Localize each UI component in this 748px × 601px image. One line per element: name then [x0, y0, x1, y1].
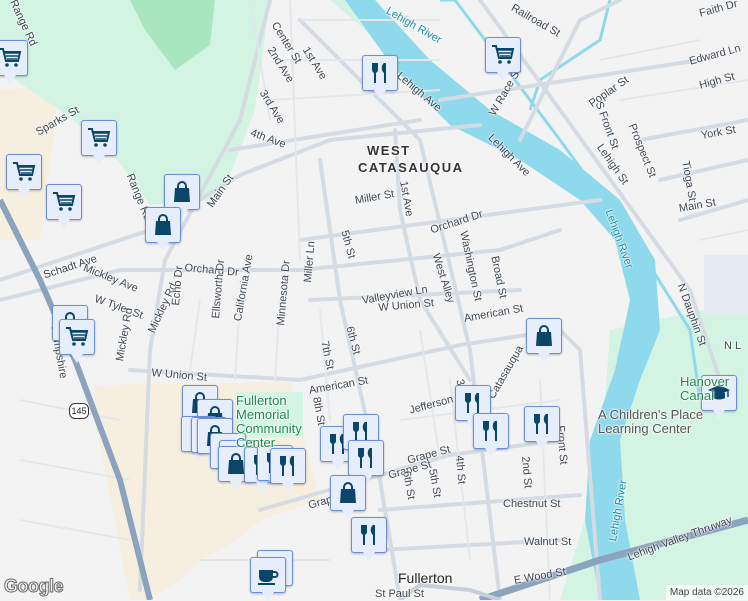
cafe-icon — [258, 570, 279, 585]
google-logo[interactable]: Google — [4, 576, 65, 597]
marker-restaurant[interactable] — [270, 448, 306, 492]
marker-shopping-cart[interactable] — [46, 184, 82, 228]
shopping-cart-icon — [492, 45, 515, 64]
marker-shopping-bag[interactable] — [526, 318, 562, 362]
shopping-bag-icon — [155, 214, 171, 235]
shopping-cart-icon — [53, 192, 76, 211]
restaurant-icon — [361, 525, 375, 545]
restaurant-icon — [372, 63, 386, 83]
poi-fullerton-memorial[interactable]: Fullerton Memorial Community Center — [236, 394, 306, 450]
marker-shopping-cart[interactable] — [59, 319, 95, 363]
street-label: N L — [724, 340, 742, 352]
street-label: CATASAUQUA — [358, 160, 464, 175]
street-label: Walnut St — [524, 536, 572, 548]
marker-shopping-bag[interactable] — [145, 207, 181, 251]
restaurant-icon — [280, 456, 294, 476]
route-shield-145: 145 — [69, 403, 89, 419]
street-label: WEST — [367, 143, 411, 158]
marker-shopping-bag[interactable] — [330, 475, 366, 519]
marker-restaurant[interactable] — [473, 413, 509, 457]
marker-shopping-cart[interactable] — [6, 154, 42, 198]
map-attribution[interactable]: Map data ©2026 — [665, 585, 748, 600]
shopping-bag-icon — [340, 482, 356, 503]
street-label: St Paul St — [375, 588, 424, 600]
shopping-bag-icon — [174, 181, 190, 202]
marker-restaurant[interactable] — [348, 440, 384, 484]
street-label: 4th St — [453, 455, 468, 485]
shopping-cart-icon — [88, 128, 111, 147]
shopping-bag-icon — [536, 325, 552, 346]
marker-shopping-cart[interactable] — [485, 37, 521, 81]
street-label: Fullerton — [398, 570, 453, 586]
restaurant-icon — [483, 421, 497, 441]
marker-cafe[interactable] — [250, 557, 286, 601]
marker-shopping-bag[interactable] — [164, 174, 200, 218]
shopping-cart-icon — [0, 48, 22, 67]
marker-shopping-cart[interactable] — [81, 120, 117, 164]
poi-childrens-place[interactable]: A Children's Place Learning Center — [598, 408, 738, 436]
street-label: Chestnut St — [503, 498, 561, 510]
marker-shopping-cart[interactable] — [0, 40, 28, 84]
restaurant-icon — [358, 448, 372, 468]
poi-hanover-canal[interactable]: Hanover Canal — [680, 375, 738, 403]
restaurant-icon — [534, 414, 548, 434]
marker-restaurant[interactable] — [351, 517, 387, 561]
building-area — [704, 255, 748, 315]
marker-restaurant[interactable] — [362, 55, 398, 99]
marker-restaurant[interactable] — [524, 406, 560, 450]
shopping-cart-icon — [13, 162, 36, 181]
shopping-cart-icon — [66, 327, 89, 346]
